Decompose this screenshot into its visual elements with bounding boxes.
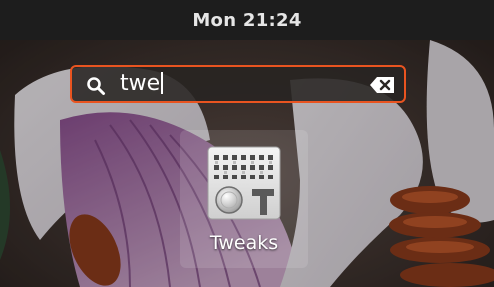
search-entry[interactable]: twe	[70, 65, 406, 103]
app-result-label: Tweaks	[209, 232, 279, 254]
search-query-text: twe	[120, 71, 161, 96]
clear-text-icon[interactable]	[370, 77, 394, 93]
clock-button[interactable]: Mon 21:24	[192, 10, 301, 31]
tweaks-app-icon	[206, 145, 282, 221]
top-bar: Mon 21:24	[0, 0, 494, 40]
search-input[interactable]: twe	[120, 70, 164, 98]
text-cursor	[161, 72, 164, 94]
search-icon	[86, 76, 106, 96]
app-result-tweaks[interactable]: Tweaks	[180, 130, 308, 268]
